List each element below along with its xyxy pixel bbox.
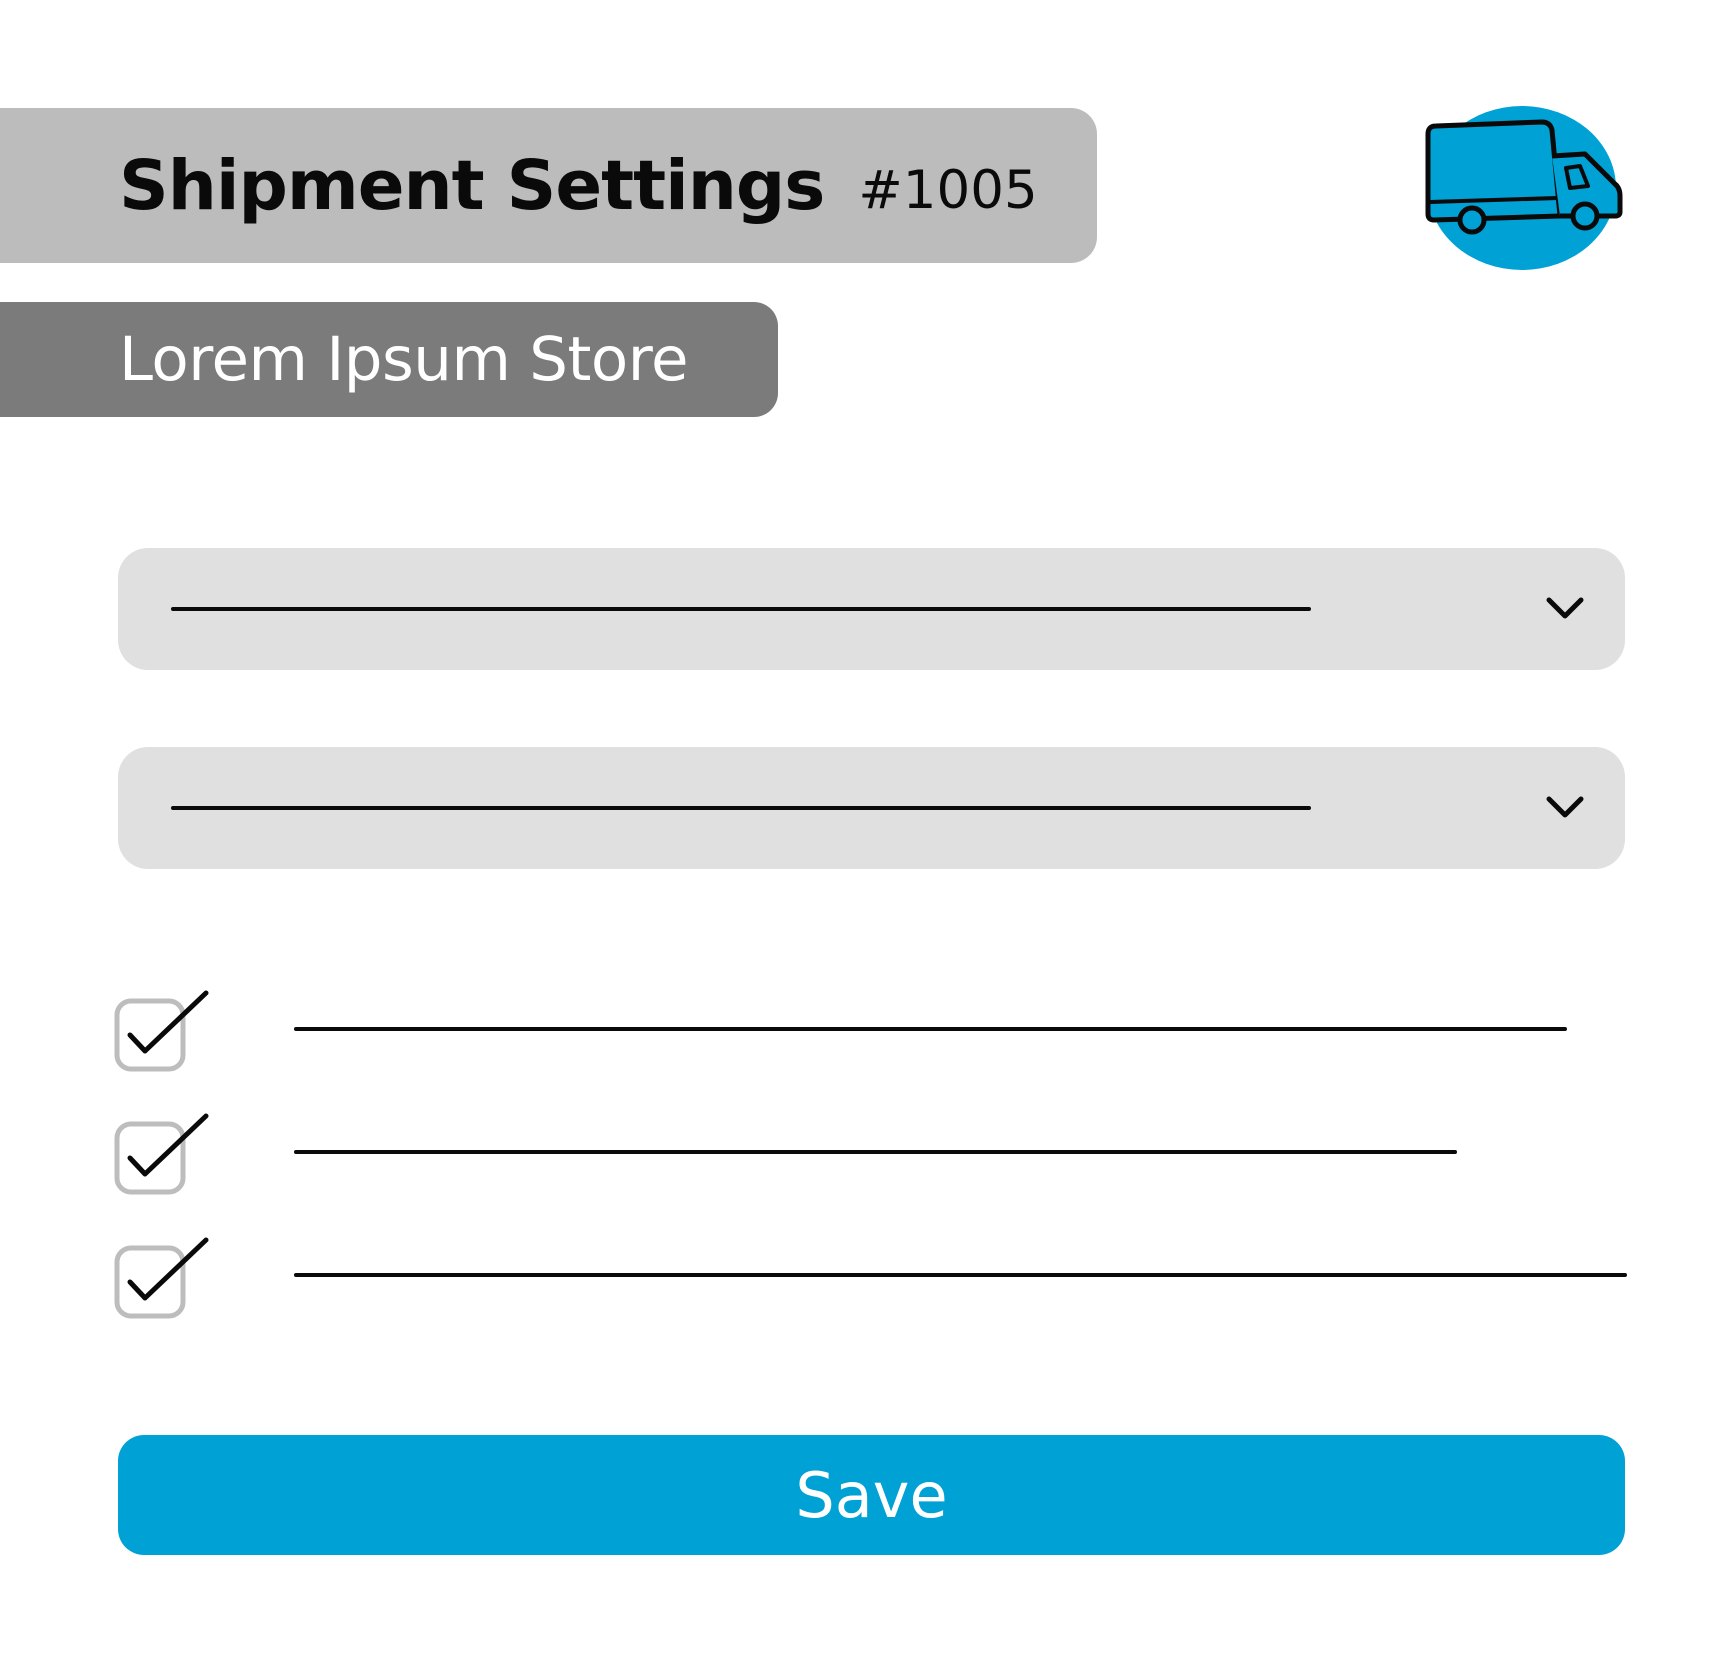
page-title: Shipment Settings — [119, 145, 825, 226]
chevron-down-icon — [1546, 597, 1584, 619]
save-button[interactable]: Save — [118, 1435, 1625, 1555]
select-value-placeholder — [171, 607, 1311, 611]
chevron-down-icon — [1546, 796, 1584, 818]
shipping-method-select[interactable] — [118, 548, 1625, 670]
option-checkbox[interactable] — [114, 989, 210, 1073]
option-checkbox[interactable] — [114, 1112, 210, 1196]
option-row — [114, 983, 1634, 1073]
select-value-placeholder — [171, 806, 1311, 810]
carrier-select[interactable] — [118, 747, 1625, 869]
option-label-placeholder — [294, 1273, 1627, 1277]
shipment-id: #1005 — [858, 160, 1038, 221]
option-row — [114, 1106, 1634, 1196]
option-label-placeholder — [294, 1027, 1567, 1031]
store-banner: Lorem Ipsum Store — [0, 302, 778, 417]
option-row — [114, 1230, 1634, 1320]
option-label-placeholder — [294, 1150, 1457, 1154]
store-name: Lorem Ipsum Store — [119, 324, 689, 395]
page-header: Shipment Settings #1005 — [0, 108, 1097, 263]
truck-icon — [1425, 106, 1623, 270]
save-button-label: Save — [795, 1458, 948, 1532]
option-checkbox[interactable] — [114, 1236, 210, 1320]
